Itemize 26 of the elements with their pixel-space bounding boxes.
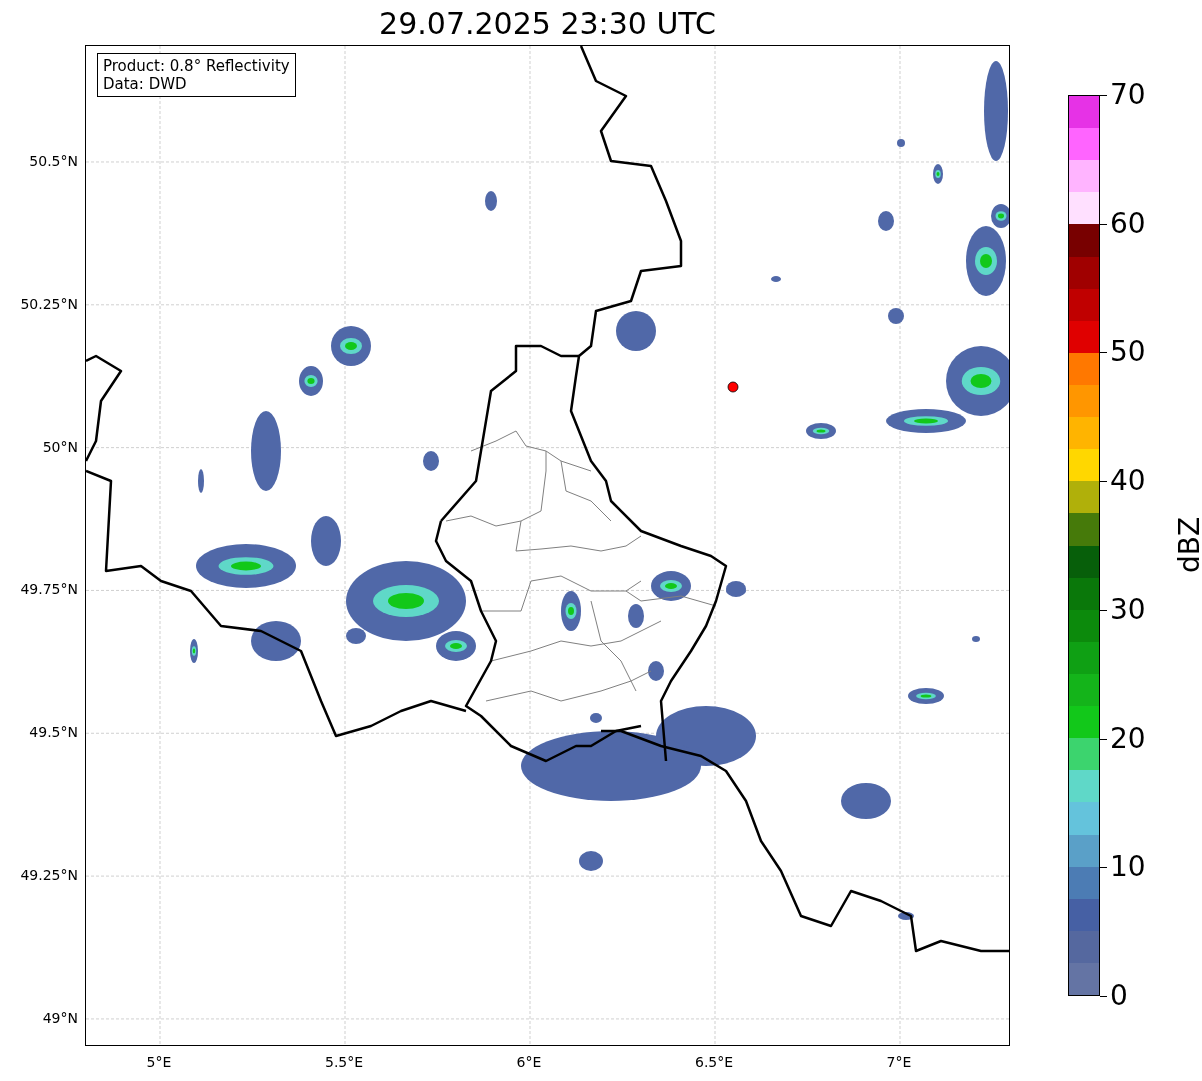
y-tick-label: 49.25°N (20, 867, 78, 884)
colorbar-tick-label: 60 (1110, 208, 1146, 239)
y-tick-label: 49°N (42, 1009, 78, 1026)
x-tick-label: 6.5°E (695, 1054, 734, 1070)
colorbar-tick (1100, 996, 1107, 997)
radar-site-marker (727, 381, 739, 393)
x-tick-label: 5.5°E (325, 1054, 364, 1070)
colorbar-tick-label: 40 (1110, 466, 1146, 497)
y-tick-label: 50.25°N (20, 295, 78, 312)
y-tick-label: 49.5°N (29, 724, 78, 741)
x-tick-label: 7°E (886, 1054, 912, 1070)
info-text: Product: 0.8° Reflectivity (103, 57, 290, 75)
colorbar-tick-label: 20 (1110, 723, 1146, 754)
colorbar-tick-label: 0 (1110, 981, 1128, 1011)
info-text: Data: DWD (103, 75, 188, 93)
y-tick-label: 50°N (42, 438, 78, 455)
x-tick-label: 5°E (146, 1054, 172, 1070)
colorbar-tick-label: 70 (1110, 80, 1146, 110)
chart-title: 29.07.2025 23:30 UTC (378, 5, 717, 43)
colorbar-label: dBZ (1175, 516, 1202, 574)
x-tick-label: 6°E (516, 1054, 542, 1070)
y-tick-label: 49.75°N (20, 581, 78, 598)
y-tick-label: 50.5°N (29, 152, 78, 169)
colorbar-tick-label: 10 (1110, 852, 1146, 883)
colorbar-tick-label: 30 (1110, 594, 1146, 625)
colorbar-tick-label: 50 (1110, 337, 1146, 368)
